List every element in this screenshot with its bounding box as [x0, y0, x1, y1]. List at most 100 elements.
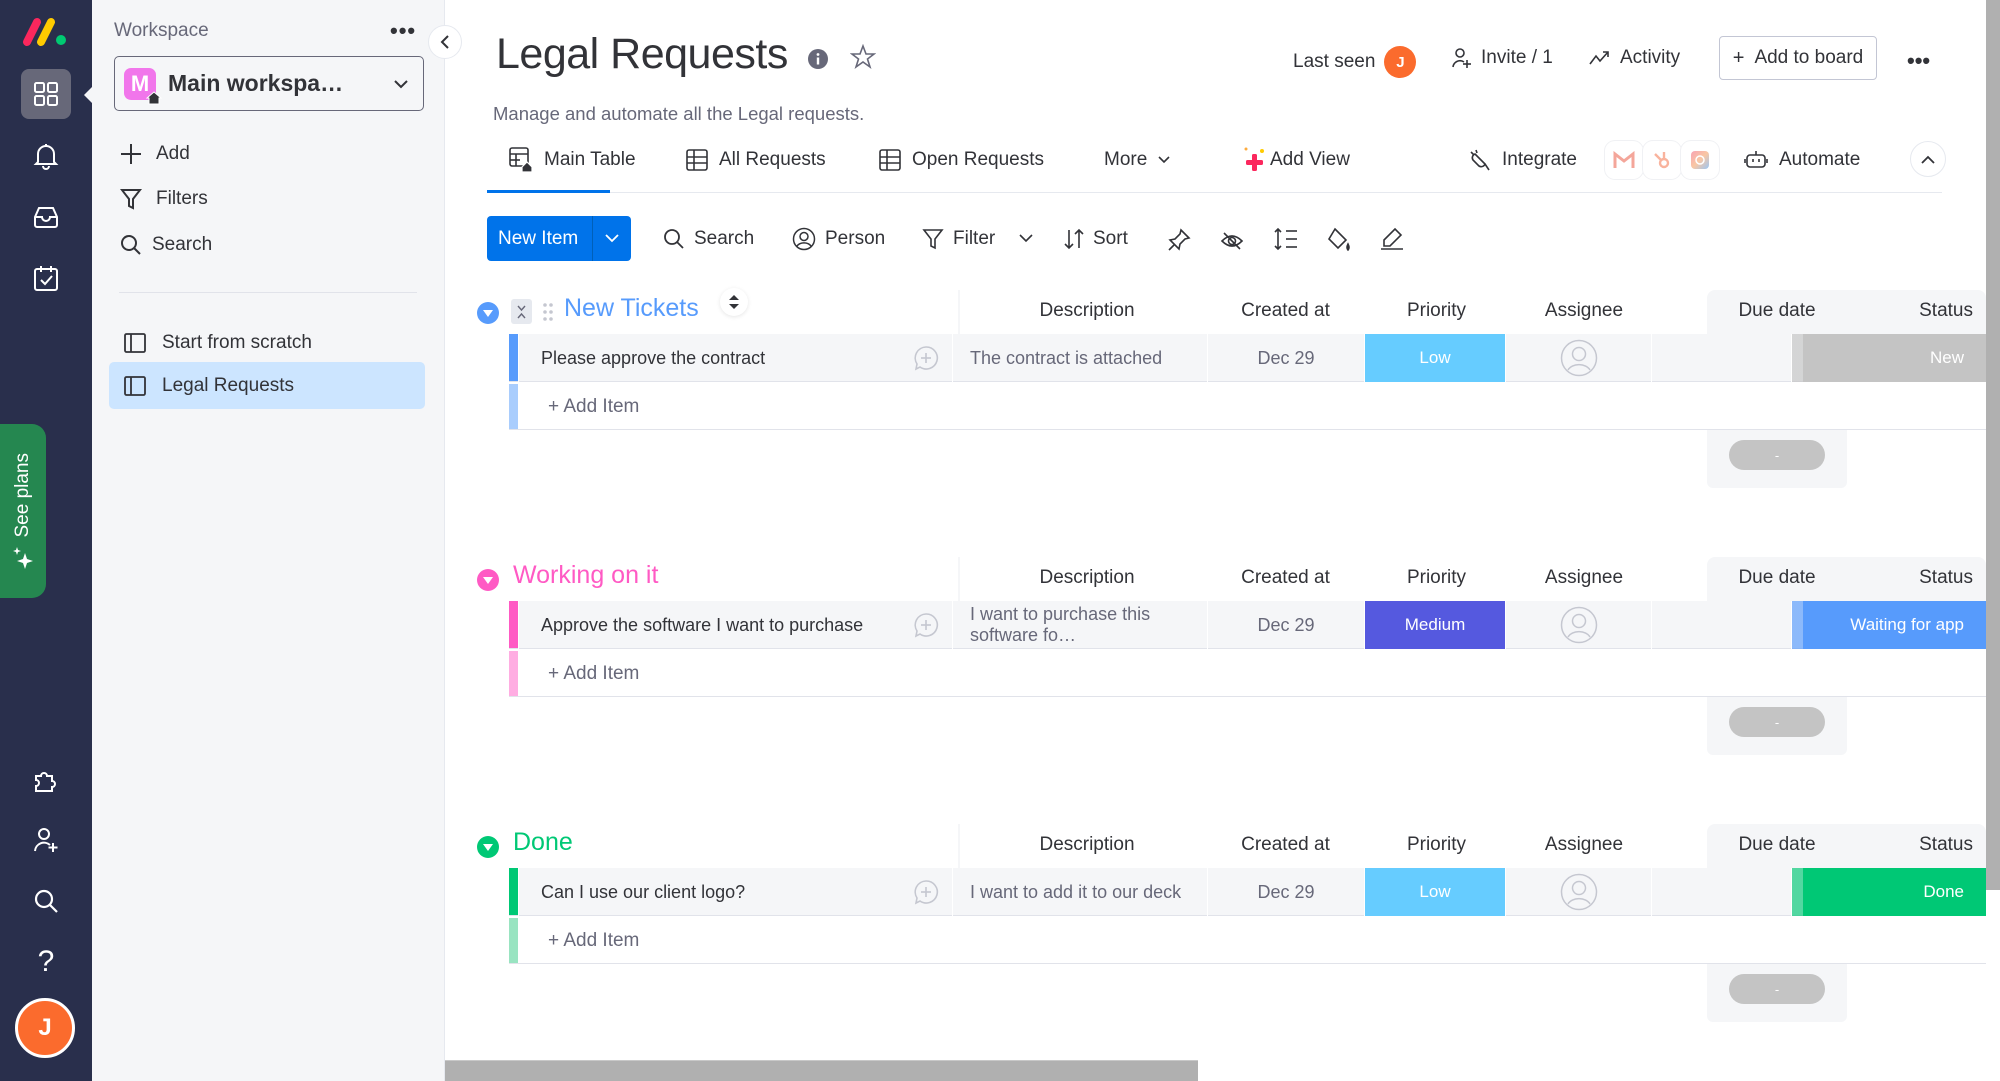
cell-assignee[interactable]	[1505, 334, 1651, 382]
group-title[interactable]: Working on it	[513, 561, 658, 590]
column-header-status[interactable]: Status	[1845, 567, 1985, 589]
row-height-icon[interactable]	[1273, 227, 1299, 251]
cell-due-date[interactable]	[1651, 334, 1791, 382]
last-seen[interactable]: Last seen J	[1293, 46, 1417, 78]
add-item-row[interactable]: + Add Item	[509, 918, 1986, 964]
workspace-more-button[interactable]: •••	[390, 18, 416, 44]
star-icon[interactable]	[850, 44, 876, 70]
pin-icon[interactable]	[1167, 228, 1191, 252]
tab-more[interactable]: More	[1104, 145, 1170, 175]
automate-button[interactable]: Automate	[1744, 145, 1860, 175]
cell-priority[interactable]: Low	[1364, 868, 1505, 916]
see-plans-button[interactable]: See plans	[0, 424, 46, 598]
board-description[interactable]: Manage and automate all the Legal reques…	[493, 103, 864, 125]
cell-description[interactable]: I want to add it to our deck	[952, 868, 1207, 916]
monday-logo-icon[interactable]	[21, 14, 71, 48]
cell-created-at[interactable]: Dec 29	[1207, 334, 1364, 382]
group-title[interactable]: Done	[513, 828, 573, 857]
column-header-status[interactable]: Status	[1845, 834, 1985, 856]
column-header-due-date[interactable]: Due date	[1707, 567, 1847, 589]
expand-group-button[interactable]	[511, 299, 532, 324]
invite-button[interactable]: Invite / 1	[1450, 47, 1553, 69]
add-item-row[interactable]: + Add Item	[509, 384, 1986, 430]
tab-open-requests[interactable]: Open Requests	[879, 145, 1044, 175]
sidebar-board-start-from-scratch[interactable]: Start from scratch	[109, 319, 425, 366]
add-to-board-button[interactable]: + Add to board	[1719, 36, 1877, 80]
add-update-icon[interactable]	[913, 345, 939, 371]
collapse-sidebar-button[interactable]	[428, 25, 462, 59]
item-name[interactable]: Approve the software I want to purchase	[518, 601, 952, 649]
add-update-icon[interactable]	[913, 879, 939, 905]
cell-description[interactable]: I want to purchase this software fo…	[952, 601, 1207, 649]
cell-due-date[interactable]	[1651, 868, 1791, 916]
nav-my-work[interactable]	[21, 253, 71, 303]
cell-assignee[interactable]	[1505, 601, 1651, 649]
cell-created-at[interactable]: Dec 29	[1207, 601, 1364, 649]
table-row[interactable]: Please approve the contract The contract…	[509, 334, 1986, 382]
toolbar-person[interactable]: Person	[792, 226, 885, 252]
column-header-priority[interactable]: Priority	[1364, 567, 1509, 589]
column-header-created-at[interactable]: Created at	[1208, 300, 1363, 322]
tab-all-requests[interactable]: All Requests	[686, 145, 826, 175]
horizontal-scrollbar[interactable]	[445, 1060, 1198, 1081]
nav-invite-members[interactable]	[21, 815, 71, 865]
activity-button[interactable]: Activity	[1589, 47, 1680, 69]
cell-description[interactable]: The contract is attached	[952, 334, 1207, 382]
column-header-status[interactable]: Status	[1845, 300, 1985, 322]
cell-priority[interactable]: Medium	[1364, 601, 1505, 649]
sidebar-board-legal-requests[interactable]: Legal Requests	[109, 362, 425, 409]
group-collapse-toggle[interactable]	[477, 302, 499, 324]
sidebar-search[interactable]: Search	[120, 234, 212, 256]
cell-priority[interactable]: Low	[1364, 334, 1505, 382]
table-row[interactable]: Can I use our client logo? I want to add…	[509, 868, 1986, 916]
add-view-button[interactable]: Add View	[1244, 145, 1350, 175]
info-icon[interactable]	[807, 48, 829, 70]
board-more-button[interactable]: •••	[1907, 48, 1930, 74]
column-header-priority[interactable]: Priority	[1364, 834, 1509, 856]
toolbar-search[interactable]: Search	[663, 226, 754, 252]
column-header-due-date[interactable]: Due date	[1707, 300, 1847, 322]
item-name[interactable]: Please approve the contract	[518, 334, 952, 382]
add-item-button[interactable]: + Add Item	[548, 396, 639, 418]
nav-search[interactable]	[21, 876, 71, 926]
group-collapse-toggle[interactable]	[477, 836, 499, 858]
new-item-button[interactable]: New Item	[487, 216, 631, 261]
column-header-due-date[interactable]: Due date	[1707, 834, 1847, 856]
user-avatar[interactable]: J	[15, 998, 75, 1058]
column-header-created-at[interactable]: Created at	[1208, 567, 1363, 589]
add-update-icon[interactable]	[913, 612, 939, 638]
collapse-header-button[interactable]	[1910, 141, 1946, 177]
paint-bucket-icon[interactable]	[1326, 227, 1352, 253]
integrate-button[interactable]: Integrate	[1467, 145, 1577, 175]
nav-apps[interactable]	[21, 755, 71, 805]
filter-dropdown-chevron-icon[interactable]	[1019, 234, 1033, 243]
table-row[interactable]: Approve the software I want to purchase …	[509, 601, 1986, 649]
group-collapse-toggle[interactable]	[477, 569, 499, 591]
toolbar-filter[interactable]: Filter	[922, 226, 995, 252]
drag-handle-icon[interactable]	[543, 303, 553, 321]
item-name[interactable]: Can I use our client logo?	[518, 868, 952, 916]
nav-help[interactable]: ?	[21, 937, 71, 987]
cell-due-date[interactable]	[1651, 601, 1791, 649]
cell-assignee[interactable]	[1505, 868, 1651, 916]
cell-status[interactable]: Done	[1791, 868, 1986, 916]
hubspot-logo-icon[interactable]	[1643, 141, 1681, 179]
edit-pen-icon[interactable]	[1379, 227, 1405, 251]
nav-inbox[interactable]	[21, 192, 71, 242]
sidebar-filters[interactable]: Filters	[120, 188, 208, 210]
cell-created-at[interactable]: Dec 29	[1207, 868, 1364, 916]
nav-notifications[interactable]	[21, 131, 71, 181]
column-header-assignee[interactable]: Assignee	[1509, 300, 1659, 322]
sidebar-add[interactable]: Add	[120, 143, 190, 165]
hide-icon[interactable]	[1220, 230, 1244, 252]
workspace-selector[interactable]: M Main workspa…	[114, 56, 424, 111]
vertical-scrollbar[interactable]	[1986, 0, 2000, 890]
creative-cloud-logo-icon[interactable]	[1681, 141, 1719, 179]
column-header-description[interactable]: Description	[962, 300, 1212, 322]
add-item-row[interactable]: + Add Item	[509, 651, 1986, 697]
nav-workspaces[interactable]	[21, 69, 71, 119]
column-header-created-at[interactable]: Created at	[1208, 834, 1363, 856]
column-header-description[interactable]: Description	[962, 567, 1212, 589]
column-header-description[interactable]: Description	[962, 834, 1212, 856]
board-title[interactable]: Legal Requests	[496, 30, 788, 79]
